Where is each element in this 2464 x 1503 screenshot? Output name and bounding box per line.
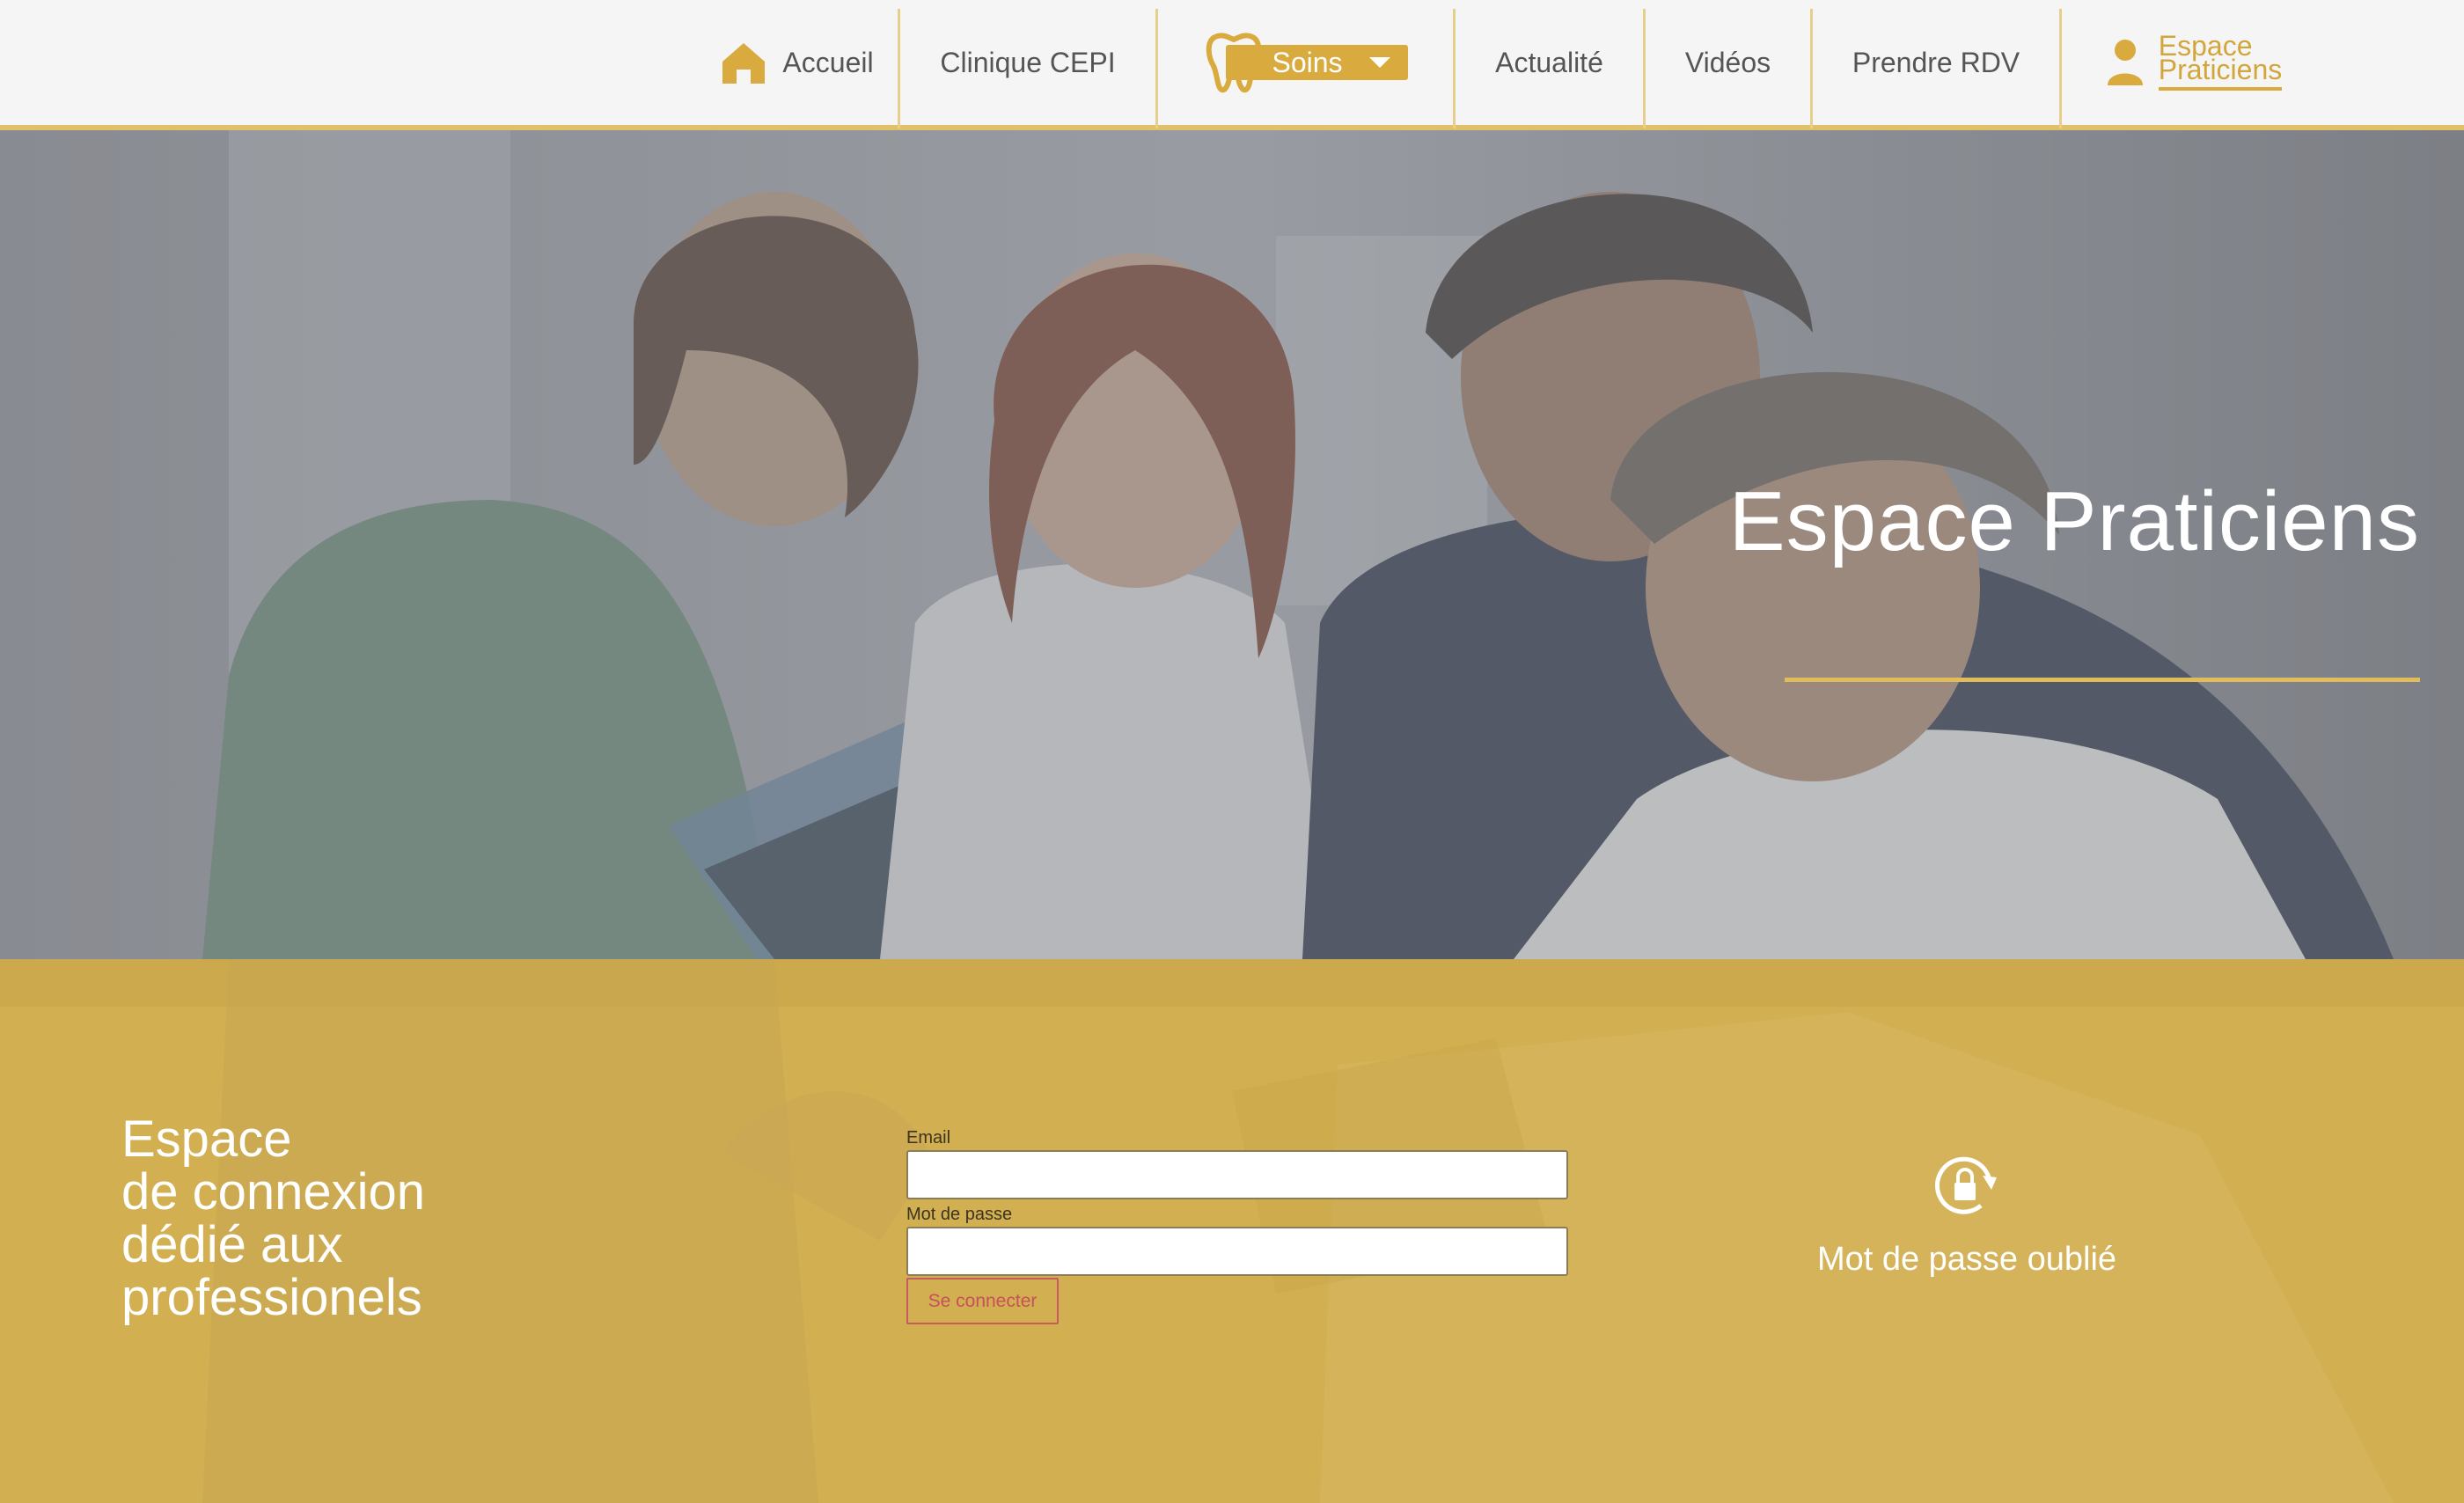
nav-soins[interactable]: Soins [1158, 0, 1453, 125]
nav-videos[interactable]: Vidéos [1646, 0, 1810, 125]
login-intro-line: dédié aux [121, 1216, 343, 1273]
forgot-password-link[interactable]: Mot de passe oublié [1813, 1241, 2121, 1279]
chevron-down-icon [1368, 57, 1390, 68]
email-field[interactable] [906, 1150, 1568, 1199]
user-icon [2107, 40, 2143, 85]
password-label: Mot de passe [906, 1205, 1013, 1224]
login-intro-line: de connexion [121, 1163, 426, 1221]
login-section: Espace de connexion dédié aux profession… [0, 959, 2464, 1503]
nav-actualite-label: Actualité [1495, 46, 1603, 78]
nav-prendre-rdv-label: Prendre RDV [1852, 46, 2020, 78]
nav-prendre-rdv[interactable]: Prendre RDV [1813, 0, 2059, 125]
nav-espace-label: Espace Praticiens [2158, 32, 2283, 91]
login-intro-text: Espace de connexion dédié aux profession… [121, 1113, 425, 1324]
nav-soins-label: Soins [1272, 46, 1343, 78]
nav-espace-line2: Praticiens [2158, 54, 2283, 85]
login-intro-line: Espace [121, 1111, 292, 1168]
connect-button[interactable]: Se connecter [906, 1278, 1059, 1324]
nav-clinique-label: Clinique CEPI [940, 46, 1116, 78]
password-field[interactable] [906, 1227, 1568, 1276]
hero-banner: Espace Praticiens [0, 130, 2464, 959]
email-label: Email [906, 1128, 951, 1147]
home-icon [722, 43, 766, 84]
nav-accueil[interactable]: Accueil [695, 0, 898, 125]
tooth-icon [1206, 33, 1262, 93]
nav-espace-praticiens[interactable]: Espace Praticiens [2062, 0, 2326, 125]
lock-reset-icon[interactable] [1930, 1151, 2000, 1221]
hero-title: Espace Praticiens [1728, 474, 2420, 568]
hero-title-underline [1785, 678, 2420, 682]
login-intro-line: professionels [121, 1269, 422, 1326]
top-navigation: Accueil Clinique CEPI Soins Actualité Vi… [0, 0, 2464, 130]
nav-accueil-label: Accueil [782, 46, 874, 78]
nav-actualite[interactable]: Actualité [1456, 0, 1643, 125]
nav-videos-label: Vidéos [1684, 46, 1771, 78]
nav-clinique[interactable]: Clinique CEPI [900, 0, 1155, 125]
